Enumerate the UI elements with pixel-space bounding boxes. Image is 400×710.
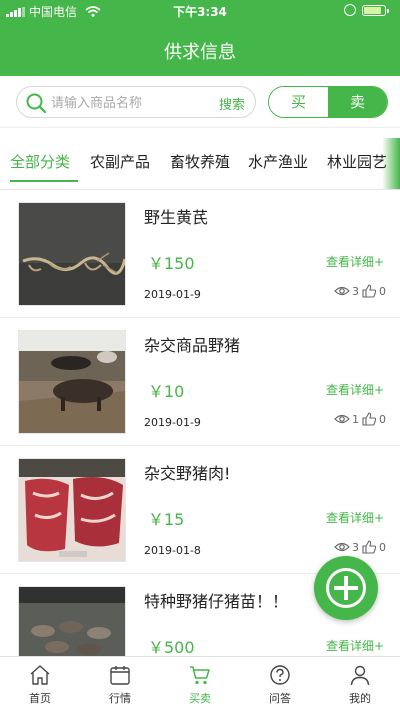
listing-title: 杂交商品野猪 [144, 336, 241, 355]
listing-title: 杂交野猪肉! [144, 464, 231, 483]
nav-label-qa: 问答 [269, 692, 291, 705]
add-listing-button[interactable] [314, 556, 378, 620]
category-scroll-fade [382, 138, 400, 189]
listing-title: 野生黄芪 [144, 208, 209, 227]
search-icon [26, 93, 47, 114]
category-tab-agricultural[interactable]: 农副产品 [90, 151, 150, 172]
list-item[interactable]: 杂交商品野猪 ￥10 查看详细+ 2019-01-9 1 0 [0, 318, 400, 446]
battery-icon [362, 5, 389, 16]
nav-item-home[interactable]: 首页 [0, 657, 80, 710]
listing-price: ￥10 [148, 382, 185, 401]
category-active-indicator [10, 180, 78, 182]
nav-label-trade: 买卖 [189, 692, 211, 705]
battery-level [364, 7, 381, 14]
app-header: 供求信息 [0, 22, 400, 76]
plus-icon-vertical [344, 576, 348, 600]
category-tab-fishery[interactable]: 水产渔业 [248, 151, 308, 172]
search-input[interactable] [51, 93, 211, 113]
search-box: 搜索 [16, 86, 256, 118]
bottom-nav: 首页 行情 买卖 问答 我的 [0, 656, 400, 710]
user-icon [350, 665, 370, 686]
boar-meat-photo [19, 459, 125, 561]
view-count: 3 [352, 284, 359, 298]
thumbs-up-icon[interactable] [361, 412, 377, 426]
listing-price: ￥150 [148, 254, 195, 273]
eye-icon [334, 286, 350, 296]
listing-date: 2019-01-9 [144, 416, 201, 429]
product-image-piglets[interactable] [18, 586, 126, 656]
view-detail-link[interactable]: 查看详细+ [326, 637, 384, 654]
like-count: 0 [379, 540, 386, 554]
category-tab-all[interactable]: 全部分类 [10, 151, 70, 172]
listing-price: ￥500 [148, 638, 195, 656]
nav-item-trade[interactable]: 买卖 [160, 657, 240, 710]
orientation-lock-icon [344, 4, 356, 16]
listing-stats: 1 0 [334, 412, 386, 426]
product-image-astragalus[interactable] [18, 202, 126, 306]
eye-icon [334, 414, 350, 424]
question-icon [270, 665, 290, 685]
buy-sell-toggle: 买 卖 [268, 86, 388, 118]
thumbs-up-icon[interactable] [361, 540, 377, 554]
listing-price: ￥15 [148, 510, 185, 529]
list-item[interactable]: 杂交野猪肉! ￥15 查看详细+ 2019-01-8 3 0 [0, 446, 400, 574]
category-tabs: 全部分类 农副产品 畜牧养殖 水产渔业 林业园艺 [0, 138, 400, 190]
nav-label-profile: 我的 [349, 692, 371, 705]
cart-icon [190, 666, 210, 685]
list-item[interactable]: 野生黄芪 ￥150 查看详细+ 2019-01-9 3 0 [0, 190, 400, 318]
category-tab-forestry[interactable]: 林业园艺 [327, 151, 387, 172]
calendar-icon [110, 666, 130, 685]
eye-icon [334, 542, 350, 552]
view-detail-link[interactable]: 查看详细+ [326, 509, 384, 526]
product-image-boar-meat[interactable] [18, 458, 126, 562]
buy-toggle-option[interactable]: 买 [269, 87, 328, 117]
product-image-wild-boar[interactable] [18, 330, 126, 434]
search-button[interactable]: 搜索 [219, 94, 245, 113]
listing-date: 2019-01-8 [144, 544, 201, 557]
status-bar: 中国电信 下午3:34 [0, 0, 400, 22]
nav-label-market: 行情 [109, 692, 131, 705]
nav-label-home: 首页 [29, 692, 51, 705]
view-detail-link[interactable]: 查看详细+ [326, 253, 384, 270]
like-count: 0 [379, 284, 386, 298]
home-icon [30, 665, 50, 685]
page-title: 供求信息 [164, 42, 236, 63]
search-row: 搜索 买 卖 [0, 76, 400, 128]
nav-item-profile[interactable]: 我的 [320, 657, 400, 710]
astragalus-photo [19, 203, 125, 305]
listing-date: 2019-01-9 [144, 288, 201, 301]
listing-stats: 3 0 [334, 284, 386, 298]
nav-item-market[interactable]: 行情 [80, 657, 160, 710]
view-count: 3 [352, 540, 359, 554]
thumbs-up-icon[interactable] [361, 284, 377, 298]
piglets-photo [19, 587, 125, 656]
listing-title: 特种野猪仔猪苗！！ [144, 592, 289, 611]
sell-toggle-option[interactable]: 卖 [328, 87, 387, 117]
wild-boar-photo [19, 331, 125, 433]
like-count: 0 [379, 412, 386, 426]
category-tab-livestock[interactable]: 畜牧养殖 [170, 151, 230, 172]
status-time: 下午3:34 [173, 5, 227, 19]
view-count: 1 [352, 412, 359, 426]
view-detail-link[interactable]: 查看详细+ [326, 381, 384, 398]
listing-stats: 3 0 [334, 540, 386, 554]
nav-item-qa[interactable]: 问答 [240, 657, 320, 710]
